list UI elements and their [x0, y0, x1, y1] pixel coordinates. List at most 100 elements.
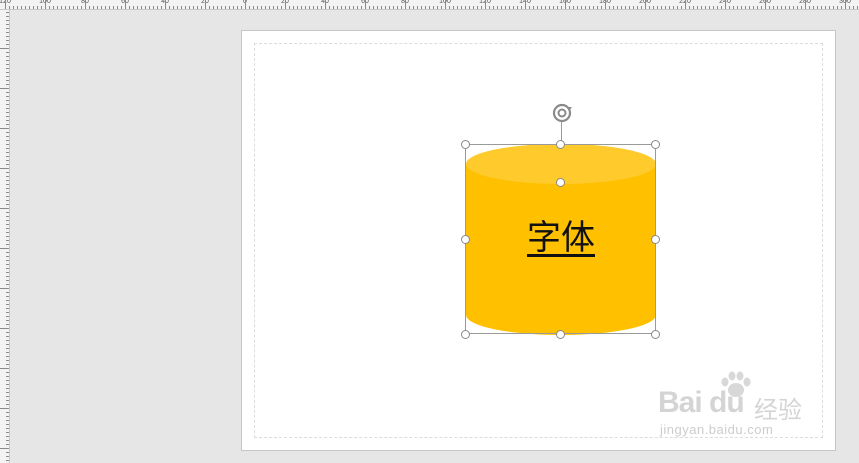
ruler-tick: [6, 400, 9, 401]
ruler-tick: [181, 6, 182, 9]
ruler-tick: [137, 6, 138, 9]
ruler-tick: [6, 240, 9, 241]
cylinder-shape[interactable]: 字体: [465, 144, 657, 335]
ruler-tick: [805, 0, 806, 9]
ruler-tick: [837, 6, 838, 9]
ruler-tick: [6, 144, 9, 145]
ruler-tick: [829, 6, 830, 9]
ruler-tick: [6, 332, 9, 333]
ruler-tick: [153, 6, 154, 9]
ruler-tick: [0, 328, 9, 329]
ruler-tick: [645, 0, 646, 9]
ruler-tick: [809, 6, 810, 9]
ruler-tick: [745, 6, 746, 9]
ruler-tick: [853, 6, 854, 9]
ruler-tick: [205, 0, 206, 9]
ruler-tick: [701, 6, 702, 9]
adjust-handle[interactable]: [556, 178, 565, 187]
ruler-tick: [189, 6, 190, 9]
ruler-tick: [249, 6, 250, 9]
ruler-tick: [833, 6, 834, 9]
ruler-tick: [801, 6, 802, 9]
ruler-tick: [457, 6, 458, 9]
ruler-tick: [125, 0, 126, 9]
ruler-tick: [6, 28, 9, 29]
ruler-tick: [541, 6, 542, 9]
ruler-tick: [6, 364, 9, 365]
ruler-tick: [6, 120, 9, 121]
vertical-ruler[interactable]: [0, 10, 10, 463]
resize-handle-bottom[interactable]: [556, 330, 565, 339]
ruler-tick: [6, 416, 9, 417]
ruler-tick: [0, 48, 9, 49]
ruler-tick: [325, 0, 326, 9]
resize-handle-top-right[interactable]: [651, 140, 660, 149]
ruler-tick: [6, 216, 9, 217]
ruler-tick: [765, 0, 766, 9]
ruler-tick: [485, 0, 486, 9]
ruler-tick: [29, 6, 30, 9]
ruler-tick: [6, 160, 9, 161]
ruler-tick: [6, 140, 9, 141]
ruler-tick: [6, 232, 9, 233]
ruler-tick: [353, 6, 354, 9]
resize-handle-left[interactable]: [461, 235, 470, 244]
ruler-tick: [465, 6, 466, 9]
ruler-tick: [253, 6, 254, 9]
ruler-tick: [69, 6, 70, 9]
resize-handle-right[interactable]: [651, 235, 660, 244]
resize-handle-top-left[interactable]: [461, 140, 470, 149]
ruler-tick: [6, 280, 9, 281]
ruler-tick: [6, 260, 9, 261]
ruler-tick: [345, 6, 346, 9]
ruler-tick: [157, 6, 158, 9]
ruler-tick: [489, 6, 490, 9]
ruler-tick: [6, 308, 9, 309]
ruler-tick: [45, 0, 46, 9]
ruler-tick: [469, 6, 470, 9]
ruler-tick: [557, 6, 558, 9]
ruler-tick: [329, 6, 330, 9]
ruler-tick: [757, 6, 758, 9]
ruler-tick: [789, 6, 790, 9]
ruler-tick: [6, 108, 9, 109]
resize-handle-top[interactable]: [556, 140, 565, 149]
ruler-tick: [665, 6, 666, 9]
ruler-tick: [77, 6, 78, 9]
ruler-tick: [6, 452, 9, 453]
ruler-tick: [841, 6, 842, 9]
ruler-tick: [857, 6, 858, 9]
ruler-tick: [545, 6, 546, 9]
ruler-tick: [6, 388, 9, 389]
ruler-tick: [6, 352, 9, 353]
ruler-tick: [769, 6, 770, 9]
ruler-tick: [6, 116, 9, 117]
ruler-tick: [6, 52, 9, 53]
ruler-tick: [6, 272, 9, 273]
ruler-tick: [6, 212, 9, 213]
ruler-tick: [6, 156, 9, 157]
horizontal-ruler[interactable]: 1201008060402002040608010012014016018020…: [0, 0, 859, 10]
ruler-tick: [349, 6, 350, 9]
ruler-tick: [53, 6, 54, 9]
ruler-tick: [237, 6, 238, 9]
ruler-tick: [649, 6, 650, 9]
ruler-tick: [6, 284, 9, 285]
ruler-tick: [113, 6, 114, 9]
ruler-tick: [6, 84, 9, 85]
ruler-tick: [525, 0, 526, 9]
resize-handle-bottom-left[interactable]: [461, 330, 470, 339]
ruler-tick: [6, 64, 9, 65]
ruler-tick: [6, 300, 9, 301]
ruler-tick: [6, 148, 9, 149]
rotate-handle-icon[interactable]: [550, 101, 574, 125]
ruler-tick: [105, 6, 106, 9]
ruler-tick: [6, 224, 9, 225]
shape-text[interactable]: 字体: [465, 216, 657, 260]
ruler-tick: [513, 6, 514, 9]
resize-handle-bottom-right[interactable]: [651, 330, 660, 339]
ruler-tick: [589, 6, 590, 9]
ruler-tick: [6, 444, 9, 445]
ruler-tick: [0, 248, 9, 249]
ruler-tick: [6, 136, 9, 137]
